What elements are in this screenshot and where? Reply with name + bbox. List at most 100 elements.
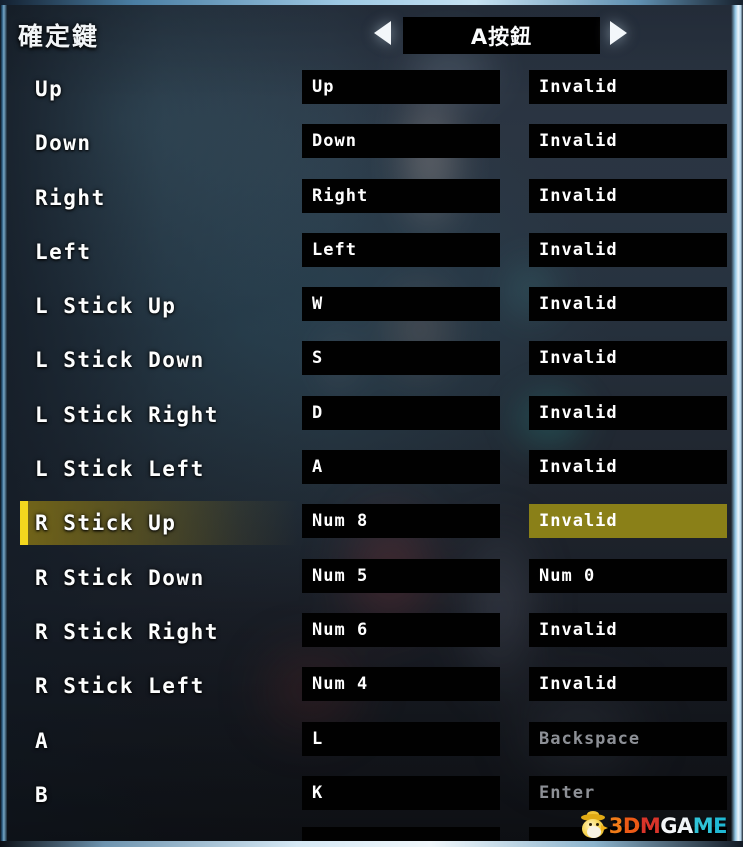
- key-binding-row[interactable]: R Stick Up Num 8 Invalid: [0, 497, 743, 551]
- key-binding-primary-slot[interactable]: A: [302, 450, 500, 485]
- key-binding-action-label: Up: [35, 77, 64, 101]
- watermark-letter: A: [676, 814, 693, 838]
- page-title: 確定鍵: [18, 22, 100, 51]
- key-binding-action-label: Down: [35, 131, 92, 156]
- key-binding-primary-value: D: [312, 402, 324, 423]
- left-arrow-icon[interactable]: [374, 21, 391, 45]
- key-binding-row[interactable]: Right Right Invalid: [0, 172, 743, 226]
- key-binding-primary-value: A: [312, 457, 324, 478]
- key-binding-primary-slot[interactable]: W: [302, 287, 500, 322]
- key-binding-secondary-value: Invalid: [539, 457, 618, 478]
- key-binding-secondary-value: Invalid: [539, 348, 618, 369]
- key-binding-primary-slot[interactable]: Up: [302, 70, 500, 104]
- key-binding-action-label: L Stick Up: [35, 294, 177, 319]
- key-binding-primary-value: Num 5: [312, 565, 369, 586]
- key-binding-row[interactable]: A L Backspace: [0, 715, 743, 769]
- key-binding-primary-value: L: [312, 728, 324, 749]
- key-binding-row[interactable]: Left Left Invalid: [0, 226, 743, 280]
- watermark-letter: G: [660, 814, 677, 838]
- key-binding-primary-value: W: [312, 294, 324, 315]
- key-binding-secondary-value: Invalid: [539, 674, 618, 695]
- row-selection-bar: [20, 501, 28, 546]
- key-binding-primary-value: Left: [312, 239, 357, 260]
- header-bar: 確定鍵 A按鈕: [0, 8, 743, 60]
- watermark: 3DMGAME: [578, 805, 727, 839]
- key-binding-primary-value: Right: [312, 185, 369, 206]
- key-binding-row[interactable]: R Stick Left Num 4 Invalid: [0, 660, 743, 714]
- key-binding-secondary-value: Num 0: [539, 565, 596, 586]
- watermark-text: 3DMGAME: [608, 813, 728, 839]
- key-binding-secondary-slot[interactable]: Invalid: [529, 395, 727, 430]
- key-binding-secondary-slot[interactable]: Invalid: [529, 178, 727, 213]
- watermark-letter: M: [692, 814, 714, 838]
- key-binding-primary-value: Up: [312, 77, 335, 97]
- key-binding-action-label: L Stick Left: [35, 457, 205, 482]
- key-binding-secondary-value: Invalid: [539, 131, 618, 152]
- frame-edge-top: [0, 0, 743, 5]
- key-binding-action-label: A: [35, 728, 50, 753]
- right-arrow-icon[interactable]: [610, 21, 627, 45]
- key-binding-secondary-value: Invalid: [539, 402, 618, 423]
- key-binding-secondary-slot[interactable]: Invalid: [529, 341, 727, 376]
- key-binding-secondary-slot[interactable]: Invalid: [529, 232, 727, 267]
- watermark-letter: 3: [608, 814, 624, 838]
- key-binding-primary-slot[interactable]: Num 4: [302, 667, 500, 702]
- key-binding-primary-value: Down: [312, 131, 357, 152]
- key-binding-primary-value: K: [312, 782, 324, 803]
- key-binding-primary-value: S: [312, 348, 324, 369]
- key-binding-primary-slot[interactable]: Num 5: [302, 558, 500, 593]
- key-binding-secondary-value: Invalid: [539, 77, 618, 97]
- watermark-letter: D: [622, 814, 640, 838]
- key-binding-secondary-slot[interactable]: Invalid: [529, 450, 727, 485]
- key-binding-action-label: B: [35, 782, 50, 807]
- key-binding-primary-slot[interactable]: K: [302, 775, 500, 810]
- key-binding-row[interactable]: L Stick Down S Invalid: [0, 334, 743, 388]
- key-binding-secondary-slot[interactable]: Invalid: [529, 287, 727, 322]
- key-binding-secondary-slot[interactable]: Invalid: [529, 70, 727, 104]
- confirm-key-selector[interactable]: A按鈕: [403, 17, 600, 54]
- key-binding-secondary-slot[interactable]: Invalid: [529, 504, 727, 539]
- key-binding-secondary-slot[interactable]: Invalid: [529, 124, 727, 159]
- key-binding-row[interactable]: R Stick Down Num 5 Num 0: [0, 552, 743, 606]
- key-binding-primary-slot[interactable]: Down: [302, 124, 500, 159]
- key-binding-secondary-value: Backspace: [539, 728, 641, 749]
- key-binding-primary-slot[interactable]: S: [302, 341, 500, 376]
- key-binding-secondary-value: Invalid: [539, 239, 618, 260]
- key-binding-secondary-value: Enter: [539, 782, 596, 803]
- key-binding-primary-slot[interactable]: D: [302, 395, 500, 430]
- key-binding-action-label: L Stick Down: [35, 348, 205, 373]
- key-binding-row[interactable]: L Stick Up W Invalid: [0, 280, 743, 334]
- key-binding-row[interactable]: R Stick Right Num 6 Invalid: [0, 606, 743, 660]
- key-binding-secondary-value: Invalid: [539, 294, 618, 315]
- key-binding-secondary-value: Invalid: [539, 619, 618, 640]
- key-binding-action-label: R Stick Up: [35, 511, 177, 536]
- key-binding-action-label: R Stick Right: [35, 619, 219, 644]
- key-binding-action-label: R Stick Left: [35, 674, 205, 699]
- key-binding-primary-slot[interactable]: Num 6: [302, 612, 500, 647]
- frame-edge-right: [731, 0, 743, 847]
- frame-edge-left: [0, 0, 7, 847]
- key-binding-secondary-slot[interactable]: Invalid: [529, 612, 727, 647]
- key-binding-secondary-slot[interactable]: Backspace: [529, 721, 727, 756]
- key-binding-primary-slot[interactable]: Left: [302, 232, 500, 267]
- key-binding-row[interactable]: L Stick Right D Invalid: [0, 389, 743, 443]
- key-binding-primary-value: Num 6: [312, 619, 369, 640]
- key-binding-action-label: Right: [35, 185, 106, 210]
- game-key-binding-screen: 確定鍵 A按鈕 Up Up Invalid Down Down Invalid Right R…: [0, 0, 743, 847]
- key-binding-secondary-slot[interactable]: Num 0: [529, 558, 727, 593]
- key-binding-row[interactable]: Down Down Invalid: [0, 117, 743, 171]
- key-binding-action-label: R Stick Down: [35, 565, 205, 590]
- key-binding-primary-slot[interactable]: Right: [302, 178, 500, 213]
- key-binding-row[interactable]: L Stick Left A Invalid: [0, 443, 743, 497]
- frame-edge-bottom: [0, 841, 743, 847]
- chick-icon: [578, 811, 608, 839]
- key-binding-primary-slot[interactable]: Num 8: [302, 504, 500, 539]
- watermark-letter: E: [713, 814, 727, 838]
- key-binding-primary-slot[interactable]: L: [302, 721, 500, 756]
- key-binding-primary-value: Num 4: [312, 674, 369, 695]
- key-binding-row[interactable]: Up Up Invalid: [0, 63, 743, 117]
- key-binding-list: Up Up Invalid Down Down Invalid Right Right Inva…: [0, 63, 743, 847]
- key-binding-secondary-value: Invalid: [539, 511, 618, 532]
- key-binding-secondary-slot[interactable]: Invalid: [529, 667, 727, 702]
- key-binding-primary-value: Num 8: [312, 511, 369, 532]
